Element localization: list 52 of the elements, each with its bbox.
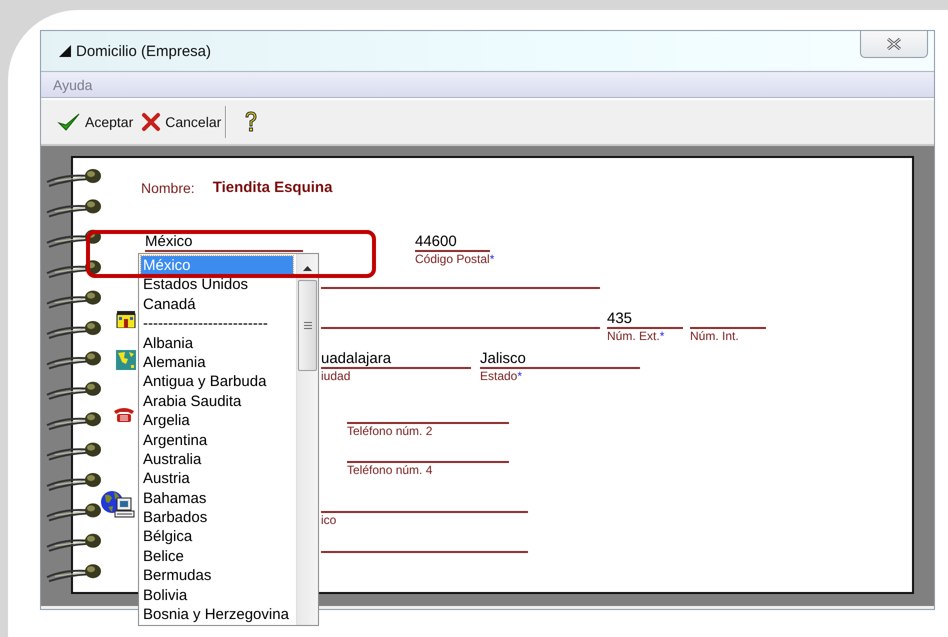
input-field[interactable]: 44600: [415, 233, 490, 252]
accept-button[interactable]: Aceptar: [53, 106, 138, 138]
country-dropdown-list[interactable]: [138, 253, 319, 626]
cancel-button[interactable]: Cancelar: [137, 106, 226, 138]
dropdown-option[interactable]: Argelia: [141, 411, 296, 431]
dropdown-option[interactable]: Bermudas: [141, 566, 296, 586]
close-button[interactable]: [860, 31, 928, 58]
field-label: ico: [321, 513, 338, 527]
dropdown-option[interactable]: Belice: [141, 546, 296, 566]
input-field[interactable]: Jalisco: [480, 350, 640, 369]
field-label: Núm. Ext.: [607, 329, 660, 343]
name-label: Nombre:: [141, 180, 195, 196]
dropdown-option[interactable]: Arabia Saudita: [141, 392, 296, 412]
field-label: Estado: [480, 369, 518, 383]
dropdown-option[interactable]: -------------------------: [141, 314, 296, 334]
input-field[interactable]: uadalajara: [321, 350, 471, 369]
dropdown-option[interactable]: Argentina: [141, 430, 296, 450]
scrollbar[interactable]: [296, 254, 318, 625]
telephone-icon: [112, 405, 136, 423]
dropdown-option[interactable]: Alemania: [141, 352, 296, 372]
field-label: Núm. Int.: [690, 329, 740, 343]
dropdown-option[interactable]: Estados Unidos: [141, 275, 296, 295]
field-label: Teléfono núm. 2: [347, 424, 434, 438]
dropdown-option[interactable]: Bolivia: [141, 586, 296, 606]
window-title: Domicilio (Empresa): [76, 42, 212, 60]
question-mark-icon: [243, 110, 260, 134]
dropdown-option[interactable]: Canadá: [141, 294, 296, 314]
dropdown-option[interactable]: Bahamas: [141, 488, 296, 508]
required-mark: *: [490, 252, 494, 266]
name-value: Tiendita Esquina: [212, 179, 332, 196]
x-icon: [141, 112, 162, 132]
grip-icon: [304, 322, 312, 329]
dropdown-option[interactable]: Bosnia y Herzegovina: [141, 605, 296, 624]
required-mark: *: [660, 329, 664, 343]
dropdown-option[interactable]: Australia: [141, 450, 296, 470]
up-arrow-icon[interactable]: [303, 266, 312, 271]
field-label: Teléfono núm. 4: [347, 463, 434, 477]
building-icon: [116, 310, 136, 328]
dropdown-option[interactable]: Albania: [141, 334, 296, 353]
input-field[interactable]: 435: [607, 310, 683, 329]
field-label: iudad: [321, 369, 352, 383]
dropdown-option[interactable]: Austria: [141, 469, 296, 489]
close-icon: [886, 38, 902, 50]
checkmark-icon: [57, 111, 81, 133]
field-label: Código Postal: [415, 252, 490, 266]
triangle-icon: [59, 45, 71, 57]
dropdown-option[interactable]: Barbados: [141, 508, 296, 528]
scrollbar-thumb[interactable]: [298, 280, 317, 371]
dropdown-option[interactable]: Bélgica: [141, 527, 296, 547]
required-mark: *: [517, 369, 522, 383]
map-icon: [116, 350, 136, 370]
dropdown-option[interactable]: Antigua y Barbuda: [141, 372, 296, 392]
